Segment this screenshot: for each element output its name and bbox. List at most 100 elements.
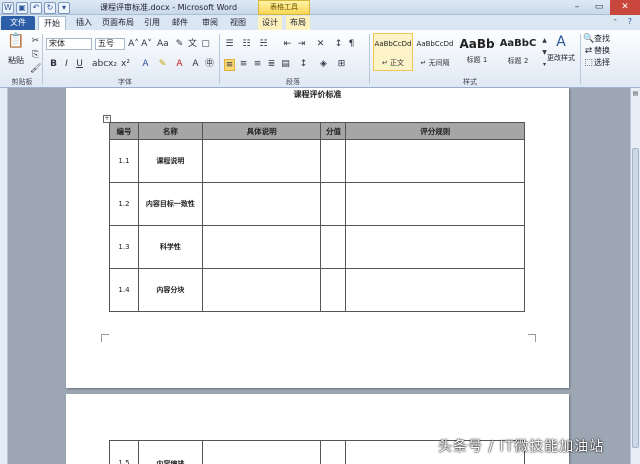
paste-icon[interactable]: 📋 <box>6 33 26 55</box>
select-icon[interactable]: ⬚ <box>583 58 594 68</box>
tab-review[interactable]: 审阅 <box>198 16 222 30</box>
undo-icon[interactable]: ↶ <box>30 1 42 14</box>
char-shading-icon[interactable]: A <box>190 59 201 69</box>
styles-scroll-up-icon[interactable]: ▲ <box>539 36 550 46</box>
cell-rule[interactable] <box>345 225 525 269</box>
tab-mailings[interactable]: 邮件 <box>168 16 192 30</box>
maximize-icon[interactable]: ▭ <box>588 0 610 15</box>
strikethrough-icon[interactable]: abc <box>92 59 108 69</box>
help-icon[interactable]: ? <box>628 17 632 26</box>
cell-score[interactable] <box>320 139 347 183</box>
cell-description[interactable] <box>201 182 322 226</box>
cell-description[interactable] <box>201 268 322 312</box>
cell-number[interactable]: 1.2 <box>109 182 139 226</box>
header-cell-number[interactable]: 编号 <box>109 122 139 140</box>
italic-icon[interactable]: I <box>61 59 72 69</box>
cell-name[interactable]: 内容分块 <box>137 268 203 312</box>
enclose-char-icon[interactable]: ㊥ <box>204 59 215 69</box>
asian-layout-icon[interactable]: ✕ <box>315 39 326 49</box>
tab-home[interactable]: 开始 <box>38 16 66 30</box>
document-title[interactable]: 课程评价标准 <box>66 89 569 100</box>
char-border-icon[interactable]: ▢ <box>200 39 211 49</box>
header-cell-rule[interactable]: 评分规则 <box>345 122 525 140</box>
style-normal[interactable]: AaBbCcDd ↵ 正文 <box>373 33 413 71</box>
line-spacing-icon[interactable]: ↕ <box>298 59 309 69</box>
phonetic-guide-icon[interactable]: 文 <box>187 39 198 49</box>
font-name-box[interactable]: 宋体 <box>46 38 92 50</box>
highlight-icon[interactable]: ✎ <box>157 59 168 69</box>
distribute-icon[interactable]: ▤ <box>280 59 291 69</box>
cell-score[interactable] <box>320 440 347 464</box>
word-app-icon[interactable]: W <box>2 1 14 14</box>
header-cell-description[interactable]: 具体说明 <box>201 122 322 140</box>
cell-number[interactable]: 1.3 <box>109 225 139 269</box>
close-icon[interactable]: ✕ <box>610 0 640 15</box>
text-effects-icon[interactable]: A <box>140 59 151 69</box>
bold-icon[interactable]: B <box>48 59 59 69</box>
shading-icon[interactable]: ◈ <box>318 59 329 69</box>
redo-icon[interactable]: ↻ <box>44 1 56 14</box>
cell-description[interactable] <box>201 225 322 269</box>
shrink-font-icon[interactable]: A˅ <box>141 39 152 49</box>
cell-rule[interactable] <box>345 182 525 226</box>
font-size-box[interactable]: 五号 <box>95 38 125 50</box>
minimize-icon[interactable]: – <box>566 0 588 15</box>
tab-table-layout[interactable]: 布局 <box>286 16 310 30</box>
clear-format-icon[interactable]: ✎ <box>174 39 185 49</box>
save-icon[interactable]: ▣ <box>16 1 28 14</box>
select-button[interactable]: 选择 <box>594 58 610 68</box>
style-heading-2[interactable]: AaBbC 标题 2 <box>498 33 538 71</box>
align-left-icon[interactable]: ≡ <box>224 59 235 71</box>
font-color-icon[interactable]: A <box>174 59 185 69</box>
tab-view[interactable]: 视图 <box>226 16 250 30</box>
change-case-icon[interactable]: Aa <box>157 39 169 49</box>
format-painter-icon[interactable]: 🖌 <box>30 64 41 74</box>
align-right-icon[interactable]: ≡ <box>252 59 263 69</box>
cell-score[interactable] <box>320 225 347 269</box>
replace-icon[interactable]: ⇄ <box>583 46 594 56</box>
cell-name[interactable]: 内容编排 <box>137 440 203 464</box>
ruler-toggle-icon[interactable]: ▤ <box>631 90 640 97</box>
bullets-icon[interactable]: ☰ <box>224 39 235 49</box>
cut-icon[interactable]: ✂ <box>30 36 41 46</box>
numbering-icon[interactable]: ☷ <box>241 39 252 49</box>
tab-table-design[interactable]: 设计 <box>258 16 282 30</box>
paste-button[interactable]: 粘贴 <box>8 56 24 66</box>
subscript-icon[interactable]: x₂ <box>107 59 118 69</box>
grow-font-icon[interactable]: A˄ <box>128 39 139 49</box>
copy-icon[interactable]: ⎘ <box>30 50 41 60</box>
align-center-icon[interactable]: ≡ <box>238 59 249 69</box>
scrollbar-thumb[interactable] <box>632 148 639 448</box>
cell-description[interactable] <box>201 440 322 464</box>
cell-rule[interactable] <box>345 268 525 312</box>
vertical-scrollbar[interactable]: ▤ <box>630 88 640 464</box>
evaluation-table[interactable]: 编号 名称 具体说明 分值 评分规则 1.1 课程说明 1.2 内容目标一致性 … <box>109 122 525 312</box>
cell-score[interactable] <box>320 268 347 312</box>
replace-button[interactable]: 替换 <box>594 46 610 56</box>
cell-name[interactable]: 课程说明 <box>137 139 203 183</box>
tab-insert[interactable]: 插入 <box>70 16 98 30</box>
find-button[interactable]: 查找 <box>594 34 610 44</box>
header-cell-name[interactable]: 名称 <box>137 122 203 140</box>
tab-references[interactable]: 引用 <box>140 16 164 30</box>
cell-number[interactable]: 1.5 <box>109 440 139 464</box>
tab-page-layout[interactable]: 页面布局 <box>100 16 136 30</box>
multilevel-list-icon[interactable]: ☵ <box>258 39 269 49</box>
style-no-spacing[interactable]: AaBbCcDd ↵ 无间隔 <box>415 33 455 71</box>
sort-icon[interactable]: ↕ <box>333 39 344 49</box>
underline-icon[interactable]: U <box>74 59 85 69</box>
cell-name[interactable]: 内容目标一致性 <box>137 182 203 226</box>
collapse-ribbon-icon[interactable]: ⌃ <box>612 18 618 26</box>
show-marks-icon[interactable]: ¶ <box>346 39 357 49</box>
decrease-indent-icon[interactable]: ⇤ <box>282 39 293 49</box>
cell-score[interactable] <box>320 182 347 226</box>
borders-icon[interactable]: ⊞ <box>336 59 347 69</box>
header-cell-score[interactable]: 分值 <box>320 122 347 140</box>
style-heading-1[interactable]: AaBb 标题 1 <box>457 33 497 71</box>
increase-indent-icon[interactable]: ⇥ <box>296 39 307 49</box>
change-styles-icon[interactable]: A <box>553 34 569 50</box>
customize-qat-icon[interactable]: ▾ <box>58 1 70 14</box>
justify-icon[interactable]: ≣ <box>266 59 277 69</box>
cell-description[interactable] <box>201 139 322 183</box>
tab-file[interactable]: 文件 <box>1 16 35 30</box>
